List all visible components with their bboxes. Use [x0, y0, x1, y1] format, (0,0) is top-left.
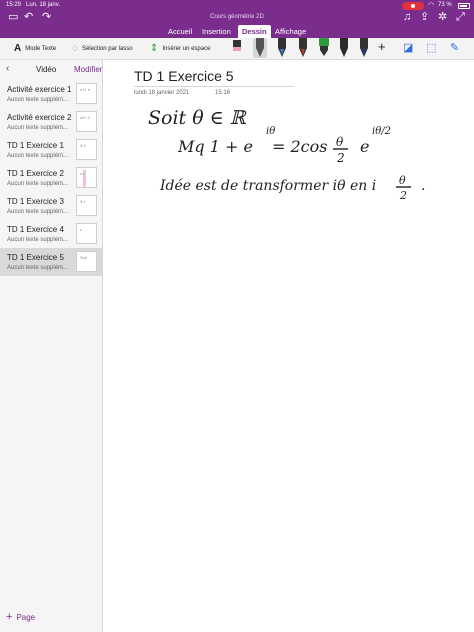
- ink-line-2-exp2: iθ/2: [372, 126, 391, 137]
- handwritten-ink-canvas[interactable]: Soit θ ∈ ℝ Mq 1 + e iθ = 2cos θ 2 e iθ/2…: [0, 0, 474, 632]
- ink-line-2-cos: = 2cos: [272, 137, 327, 156]
- ink-line-3-frac-den: 2: [399, 189, 407, 202]
- ink-line-2-frac-num: θ: [336, 135, 344, 149]
- ink-line-1: Soit θ ∈ ℝ: [148, 107, 247, 129]
- ink-line-3-frac-num: θ: [399, 174, 406, 187]
- ink-line-2-e: e: [360, 137, 369, 156]
- ink-line-2-frac-den: 2: [336, 151, 345, 165]
- ink-line-3: Idée est de transformer iθ en i: [159, 178, 376, 194]
- ink-line-2-left: Mq 1 + e: [177, 137, 253, 156]
- ink-line-2-exp: iθ: [266, 126, 275, 137]
- ink-line-3-dot: .: [421, 178, 425, 194]
